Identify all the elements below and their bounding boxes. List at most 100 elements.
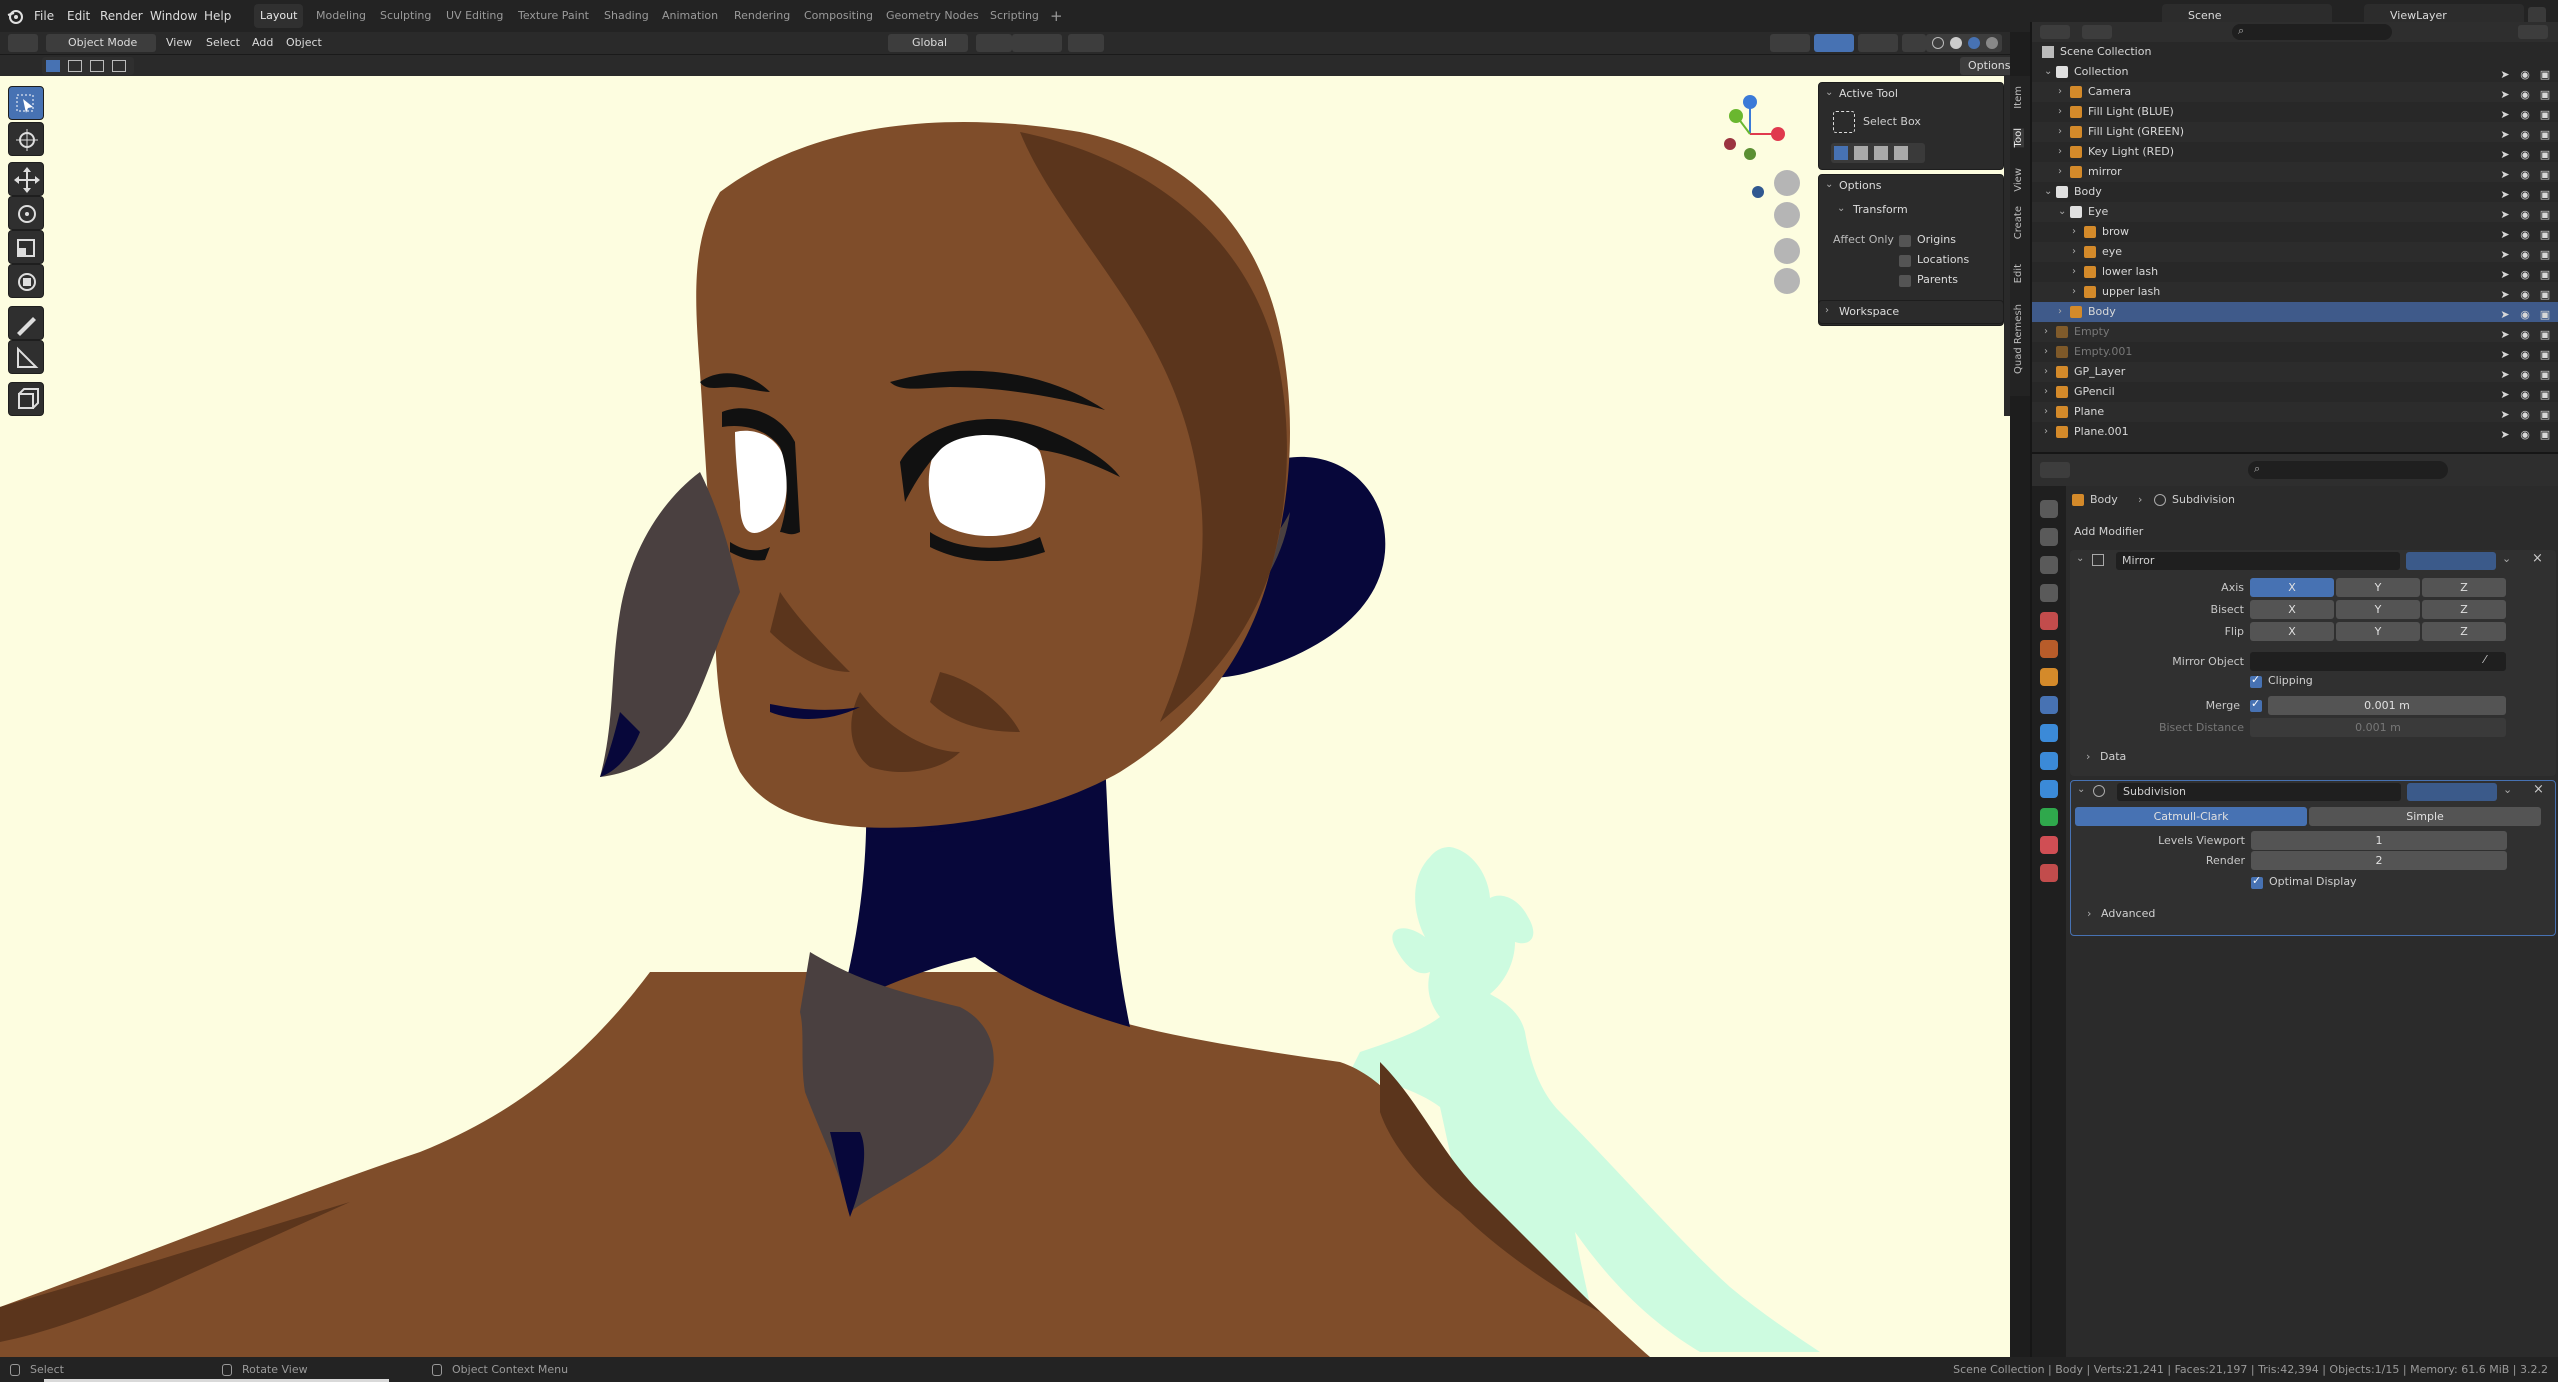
select-arrow-icon[interactable]: ➤: [2498, 68, 2512, 82]
camera-render-icon[interactable]: ▣: [2538, 188, 2552, 202]
camera-render-icon[interactable]: ▣: [2538, 228, 2552, 242]
shading-mode-buttons[interactable]: [1926, 34, 2002, 52]
expand-arrow-icon[interactable]: ›: [2044, 402, 2048, 422]
expand-arrow-icon[interactable]: ›: [2058, 122, 2062, 142]
texture-tab-icon[interactable]: [2040, 864, 2058, 882]
constraints-tab-icon[interactable]: [2040, 780, 2058, 798]
proportional-edit-icon[interactable]: [1068, 34, 1104, 52]
menu-object[interactable]: Object: [286, 32, 322, 54]
subdivision-collapse-icon[interactable]: ⌄: [2077, 784, 2085, 795]
eye-icon[interactable]: ◉: [2518, 408, 2532, 422]
mirror-options-chevron-icon[interactable]: ⌄: [2502, 552, 2511, 565]
camera-render-icon[interactable]: ▣: [2538, 368, 2552, 382]
expand-arrow-icon[interactable]: ›: [2044, 382, 2048, 402]
camera-render-icon[interactable]: ▣: [2538, 388, 2552, 402]
material-tab-icon[interactable]: [2040, 836, 2058, 854]
flip-z-toggle[interactable]: Z: [2422, 622, 2506, 641]
select-arrow-icon[interactable]: ➤: [2498, 168, 2512, 182]
eye-icon[interactable]: ◉: [2518, 368, 2532, 382]
subdivision-options-chevron-icon[interactable]: ⌄: [2503, 783, 2512, 796]
outliner-row[interactable]: › Empty.001 ➤ ◉ ▣: [2032, 342, 2558, 362]
expand-arrow-icon[interactable]: ›: [2072, 242, 2076, 262]
expand-arrow-icon[interactable]: ›: [2044, 342, 2048, 362]
add-modifier-dropdown[interactable]: Add Modifier: [2068, 522, 2556, 542]
optimal-display-checkbox[interactable]: [2251, 874, 2263, 889]
menu-render[interactable]: Render: [100, 0, 143, 32]
filter-icon[interactable]: [2518, 25, 2548, 39]
camera-render-icon[interactable]: ▣: [2538, 268, 2552, 282]
select-arrow-icon[interactable]: ➤: [2498, 88, 2512, 102]
eye-icon[interactable]: ◉: [2518, 108, 2532, 122]
data-expand-icon[interactable]: ›: [2086, 750, 2090, 763]
tab-view[interactable]: View: [2013, 168, 2024, 192]
expand-arrow-icon[interactable]: ›: [2072, 262, 2076, 282]
outliner-row[interactable]: › Fill Light (GREEN) ➤ ◉ ▣: [2032, 122, 2558, 142]
bisect-x-toggle[interactable]: X: [2250, 600, 2334, 619]
camera-render-icon[interactable]: ▣: [2538, 128, 2552, 142]
tab-scripting[interactable]: Scripting: [984, 4, 1045, 28]
eye-icon[interactable]: ◉: [2518, 68, 2532, 82]
expand-arrow-icon[interactable]: ›: [2058, 142, 2062, 162]
tab-layout[interactable]: Layout: [254, 4, 304, 28]
camera-render-icon[interactable]: ▣: [2538, 108, 2552, 122]
origins-checkbox[interactable]: [1899, 235, 1911, 247]
tab-uv-editing[interactable]: UV Editing: [440, 4, 509, 28]
selection-mode-buttons[interactable]: [42, 57, 134, 75]
outliner-row[interactable]: › Empty ➤ ◉ ▣: [2032, 322, 2558, 342]
eye-icon[interactable]: ◉: [2518, 428, 2532, 442]
zoom-icon[interactable]: [1774, 170, 1800, 196]
camera-render-icon[interactable]: ▣: [2538, 148, 2552, 162]
data-tab-icon[interactable]: [2040, 808, 2058, 826]
eye-icon[interactable]: ◉: [2518, 128, 2532, 142]
bisect-distance-field[interactable]: 0.001 m: [2250, 718, 2506, 737]
object-tab-icon[interactable]: [2040, 668, 2058, 686]
parents-checkbox[interactable]: [1899, 275, 1911, 287]
locations-checkbox[interactable]: [1899, 255, 1911, 267]
outliner-row[interactable]: › lower lash ➤ ◉ ▣: [2032, 262, 2558, 282]
menu-file[interactable]: File: [34, 0, 54, 32]
menu-edit[interactable]: Edit: [67, 0, 90, 32]
camera-render-icon[interactable]: ▣: [2538, 408, 2552, 422]
eye-icon[interactable]: ◉: [2518, 248, 2532, 262]
catmull-clark-toggle[interactable]: Catmull-Clark: [2075, 807, 2307, 826]
tab-shading[interactable]: Shading: [598, 4, 655, 28]
outliner-row[interactable]: › Camera ➤ ◉ ▣: [2032, 82, 2558, 102]
select-arrow-icon[interactable]: ➤: [2498, 148, 2512, 162]
mirror-object-field[interactable]: [2250, 652, 2506, 671]
advanced-expand-icon[interactable]: ›: [2087, 907, 2091, 920]
outliner-row[interactable]: › brow ➤ ◉ ▣: [2032, 222, 2558, 242]
advanced-subpanel-label[interactable]: Advanced: [2101, 907, 2155, 920]
expand-arrow-icon[interactable]: ›: [2058, 302, 2062, 322]
menu-window[interactable]: Window: [150, 0, 197, 32]
tab-create[interactable]: Create: [2013, 206, 2024, 239]
outliner-row[interactable]: › GPencil ➤ ◉ ▣: [2032, 382, 2558, 402]
outliner-row[interactable]: › Plane.001 ➤ ◉ ▣: [2032, 422, 2558, 442]
tab-animation[interactable]: Animation: [656, 4, 724, 28]
tab-geometry-nodes[interactable]: Geometry Nodes: [880, 4, 985, 28]
subdivision-visibility-toggles[interactable]: [2407, 783, 2497, 801]
mirror-remove-icon[interactable]: ×: [2532, 551, 2543, 566]
physics-tab-icon[interactable]: [2040, 752, 2058, 770]
select-arrow-icon[interactable]: ➤: [2498, 288, 2512, 302]
bisect-y-toggle[interactable]: Y: [2336, 600, 2420, 619]
particles-tab-icon[interactable]: [2040, 724, 2058, 742]
levels-viewport-field[interactable]: 1: [2251, 831, 2507, 850]
output-tab-icon[interactable]: [2040, 556, 2058, 574]
eye-icon[interactable]: ◉: [2518, 348, 2532, 362]
select-box-icon[interactable]: [1833, 111, 1855, 133]
camera-render-icon[interactable]: ▣: [2538, 348, 2552, 362]
eye-icon[interactable]: ◉: [2518, 188, 2532, 202]
eye-icon[interactable]: ◉: [2518, 208, 2532, 222]
pivot-icon[interactable]: [976, 34, 1012, 52]
tab-quad-remesh[interactable]: Quad Remesh: [2013, 304, 2024, 374]
transform-collapse-icon[interactable]: ⌄: [1837, 203, 1845, 214]
clipping-checkbox[interactable]: [2250, 673, 2262, 688]
outliner-row[interactable]: ⌄ Collection ➤ ◉ ▣: [2032, 62, 2558, 82]
mirror-visibility-toggles[interactable]: [2406, 552, 2496, 570]
menu-view[interactable]: View: [166, 32, 192, 54]
select-arrow-icon[interactable]: ➤: [2498, 348, 2512, 362]
workspace-expand-icon[interactable]: ›: [1825, 305, 1829, 316]
tab-edit[interactable]: Edit: [2013, 264, 2024, 283]
snap-icon[interactable]: [1012, 34, 1062, 52]
outliner-row[interactable]: › Body ➤ ◉ ▣: [2032, 302, 2558, 322]
